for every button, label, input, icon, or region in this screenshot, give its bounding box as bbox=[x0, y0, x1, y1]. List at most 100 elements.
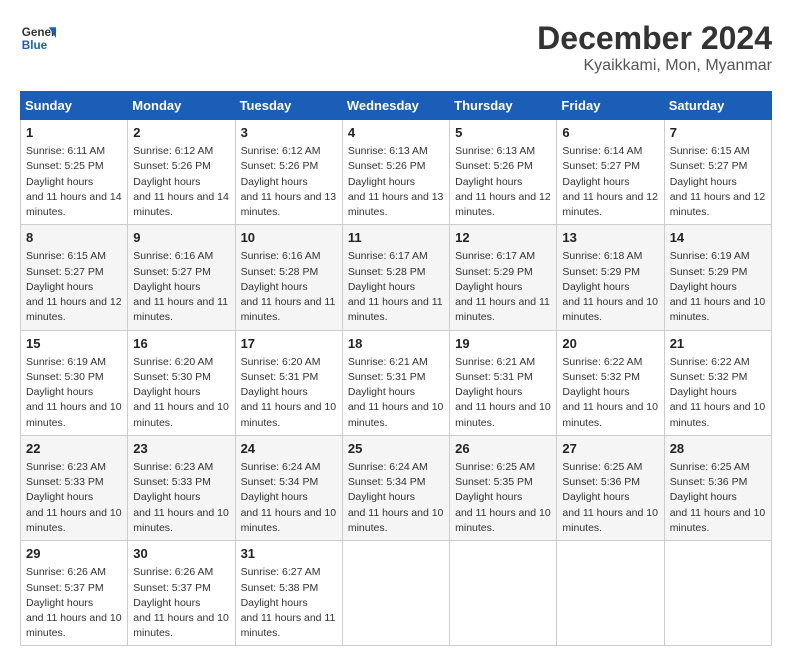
day-info: Sunrise: 6:13 AM Sunset: 5:26 PM Dayligh… bbox=[348, 144, 444, 220]
day-number: 12 bbox=[455, 229, 551, 247]
day-number: 1 bbox=[26, 124, 122, 142]
day-number: 5 bbox=[455, 124, 551, 142]
day-info: Sunrise: 6:18 AM Sunset: 5:29 PM Dayligh… bbox=[562, 249, 658, 325]
calendar-cell: 14 Sunrise: 6:19 AM Sunset: 5:29 PM Dayl… bbox=[664, 225, 771, 330]
day-info: Sunrise: 6:19 AM Sunset: 5:29 PM Dayligh… bbox=[670, 249, 766, 325]
page-header: General Blue December 2024 Kyaikkami, Mo… bbox=[20, 20, 772, 75]
calendar-cell: 26 Sunrise: 6:25 AM Sunset: 5:35 PM Dayl… bbox=[450, 435, 557, 540]
day-number: 18 bbox=[348, 335, 444, 353]
day-number: 30 bbox=[133, 545, 229, 563]
day-number: 26 bbox=[455, 440, 551, 458]
calendar-cell: 28 Sunrise: 6:25 AM Sunset: 5:36 PM Dayl… bbox=[664, 435, 771, 540]
calendar-cell: 8 Sunrise: 6:15 AM Sunset: 5:27 PM Dayli… bbox=[21, 225, 128, 330]
calendar-cell: 31 Sunrise: 6:27 AM Sunset: 5:38 PM Dayl… bbox=[235, 541, 342, 646]
day-info: Sunrise: 6:11 AM Sunset: 5:25 PM Dayligh… bbox=[26, 144, 122, 220]
day-number: 27 bbox=[562, 440, 658, 458]
calendar-cell: 20 Sunrise: 6:22 AM Sunset: 5:32 PM Dayl… bbox=[557, 330, 664, 435]
calendar-cell: 29 Sunrise: 6:26 AM Sunset: 5:37 PM Dayl… bbox=[21, 541, 128, 646]
day-number: 8 bbox=[26, 229, 122, 247]
day-info: Sunrise: 6:25 AM Sunset: 5:36 PM Dayligh… bbox=[562, 460, 658, 536]
day-number: 23 bbox=[133, 440, 229, 458]
day-info: Sunrise: 6:20 AM Sunset: 5:30 PM Dayligh… bbox=[133, 355, 229, 431]
month-title: December 2024 bbox=[537, 20, 772, 57]
calendar-cell: 19 Sunrise: 6:21 AM Sunset: 5:31 PM Dayl… bbox=[450, 330, 557, 435]
calendar-cell: 13 Sunrise: 6:18 AM Sunset: 5:29 PM Dayl… bbox=[557, 225, 664, 330]
calendar-cell: 9 Sunrise: 6:16 AM Sunset: 5:27 PM Dayli… bbox=[128, 225, 235, 330]
day-number: 19 bbox=[455, 335, 551, 353]
calendar-cell bbox=[342, 541, 449, 646]
day-info: Sunrise: 6:17 AM Sunset: 5:29 PM Dayligh… bbox=[455, 249, 551, 325]
day-number: 14 bbox=[670, 229, 766, 247]
calendar-cell: 27 Sunrise: 6:25 AM Sunset: 5:36 PM Dayl… bbox=[557, 435, 664, 540]
calendar-cell: 21 Sunrise: 6:22 AM Sunset: 5:32 PM Dayl… bbox=[664, 330, 771, 435]
day-number: 29 bbox=[26, 545, 122, 563]
calendar-cell: 11 Sunrise: 6:17 AM Sunset: 5:28 PM Dayl… bbox=[342, 225, 449, 330]
day-info: Sunrise: 6:23 AM Sunset: 5:33 PM Dayligh… bbox=[133, 460, 229, 536]
day-number: 16 bbox=[133, 335, 229, 353]
calendar-cell: 16 Sunrise: 6:20 AM Sunset: 5:30 PM Dayl… bbox=[128, 330, 235, 435]
calendar-table: SundayMondayTuesdayWednesdayThursdayFrid… bbox=[20, 91, 772, 646]
day-number: 28 bbox=[670, 440, 766, 458]
calendar-week-row: 1 Sunrise: 6:11 AM Sunset: 5:25 PM Dayli… bbox=[21, 120, 772, 225]
day-info: Sunrise: 6:24 AM Sunset: 5:34 PM Dayligh… bbox=[348, 460, 444, 536]
day-number: 24 bbox=[241, 440, 337, 458]
day-number: 15 bbox=[26, 335, 122, 353]
calendar-header-saturday: Saturday bbox=[664, 92, 771, 120]
calendar-cell bbox=[557, 541, 664, 646]
calendar-cell: 10 Sunrise: 6:16 AM Sunset: 5:28 PM Dayl… bbox=[235, 225, 342, 330]
day-number: 31 bbox=[241, 545, 337, 563]
calendar-cell: 18 Sunrise: 6:21 AM Sunset: 5:31 PM Dayl… bbox=[342, 330, 449, 435]
day-info: Sunrise: 6:21 AM Sunset: 5:31 PM Dayligh… bbox=[455, 355, 551, 431]
day-info: Sunrise: 6:12 AM Sunset: 5:26 PM Dayligh… bbox=[241, 144, 337, 220]
calendar-header-monday: Monday bbox=[128, 92, 235, 120]
day-number: 11 bbox=[348, 229, 444, 247]
calendar-cell: 24 Sunrise: 6:24 AM Sunset: 5:34 PM Dayl… bbox=[235, 435, 342, 540]
day-number: 17 bbox=[241, 335, 337, 353]
title-block: December 2024 Kyaikkami, Mon, Myanmar bbox=[537, 20, 772, 75]
calendar-cell: 30 Sunrise: 6:26 AM Sunset: 5:37 PM Dayl… bbox=[128, 541, 235, 646]
day-info: Sunrise: 6:15 AM Sunset: 5:27 PM Dayligh… bbox=[670, 144, 766, 220]
calendar-cell: 25 Sunrise: 6:24 AM Sunset: 5:34 PM Dayl… bbox=[342, 435, 449, 540]
calendar-cell: 17 Sunrise: 6:20 AM Sunset: 5:31 PM Dayl… bbox=[235, 330, 342, 435]
day-number: 6 bbox=[562, 124, 658, 142]
day-info: Sunrise: 6:16 AM Sunset: 5:28 PM Dayligh… bbox=[241, 249, 337, 325]
day-info: Sunrise: 6:22 AM Sunset: 5:32 PM Dayligh… bbox=[562, 355, 658, 431]
calendar-cell: 6 Sunrise: 6:14 AM Sunset: 5:27 PM Dayli… bbox=[557, 120, 664, 225]
day-number: 22 bbox=[26, 440, 122, 458]
day-info: Sunrise: 6:22 AM Sunset: 5:32 PM Dayligh… bbox=[670, 355, 766, 431]
location-title: Kyaikkami, Mon, Myanmar bbox=[537, 57, 772, 75]
calendar-cell: 4 Sunrise: 6:13 AM Sunset: 5:26 PM Dayli… bbox=[342, 120, 449, 225]
day-info: Sunrise: 6:17 AM Sunset: 5:28 PM Dayligh… bbox=[348, 249, 444, 325]
day-info: Sunrise: 6:13 AM Sunset: 5:26 PM Dayligh… bbox=[455, 144, 551, 220]
calendar-cell bbox=[450, 541, 557, 646]
calendar-header-friday: Friday bbox=[557, 92, 664, 120]
calendar-week-row: 8 Sunrise: 6:15 AM Sunset: 5:27 PM Dayli… bbox=[21, 225, 772, 330]
day-number: 13 bbox=[562, 229, 658, 247]
day-info: Sunrise: 6:14 AM Sunset: 5:27 PM Dayligh… bbox=[562, 144, 658, 220]
logo-icon: General Blue bbox=[20, 20, 56, 56]
calendar-week-row: 22 Sunrise: 6:23 AM Sunset: 5:33 PM Dayl… bbox=[21, 435, 772, 540]
calendar-header-sunday: Sunday bbox=[21, 92, 128, 120]
day-info: Sunrise: 6:12 AM Sunset: 5:26 PM Dayligh… bbox=[133, 144, 229, 220]
calendar-header-row: SundayMondayTuesdayWednesdayThursdayFrid… bbox=[21, 92, 772, 120]
calendar-cell bbox=[664, 541, 771, 646]
calendar-week-row: 15 Sunrise: 6:19 AM Sunset: 5:30 PM Dayl… bbox=[21, 330, 772, 435]
day-info: Sunrise: 6:20 AM Sunset: 5:31 PM Dayligh… bbox=[241, 355, 337, 431]
day-info: Sunrise: 6:16 AM Sunset: 5:27 PM Dayligh… bbox=[133, 249, 229, 325]
calendar-cell: 12 Sunrise: 6:17 AM Sunset: 5:29 PM Dayl… bbox=[450, 225, 557, 330]
calendar-header-tuesday: Tuesday bbox=[235, 92, 342, 120]
calendar-header-thursday: Thursday bbox=[450, 92, 557, 120]
day-info: Sunrise: 6:21 AM Sunset: 5:31 PM Dayligh… bbox=[348, 355, 444, 431]
day-info: Sunrise: 6:27 AM Sunset: 5:38 PM Dayligh… bbox=[241, 565, 337, 641]
day-info: Sunrise: 6:15 AM Sunset: 5:27 PM Dayligh… bbox=[26, 249, 122, 325]
day-number: 3 bbox=[241, 124, 337, 142]
calendar-cell: 2 Sunrise: 6:12 AM Sunset: 5:26 PM Dayli… bbox=[128, 120, 235, 225]
calendar-cell: 23 Sunrise: 6:23 AM Sunset: 5:33 PM Dayl… bbox=[128, 435, 235, 540]
calendar-cell: 15 Sunrise: 6:19 AM Sunset: 5:30 PM Dayl… bbox=[21, 330, 128, 435]
day-number: 9 bbox=[133, 229, 229, 247]
day-info: Sunrise: 6:19 AM Sunset: 5:30 PM Dayligh… bbox=[26, 355, 122, 431]
day-info: Sunrise: 6:26 AM Sunset: 5:37 PM Dayligh… bbox=[26, 565, 122, 641]
calendar-week-row: 29 Sunrise: 6:26 AM Sunset: 5:37 PM Dayl… bbox=[21, 541, 772, 646]
day-number: 20 bbox=[562, 335, 658, 353]
calendar-cell: 7 Sunrise: 6:15 AM Sunset: 5:27 PM Dayli… bbox=[664, 120, 771, 225]
